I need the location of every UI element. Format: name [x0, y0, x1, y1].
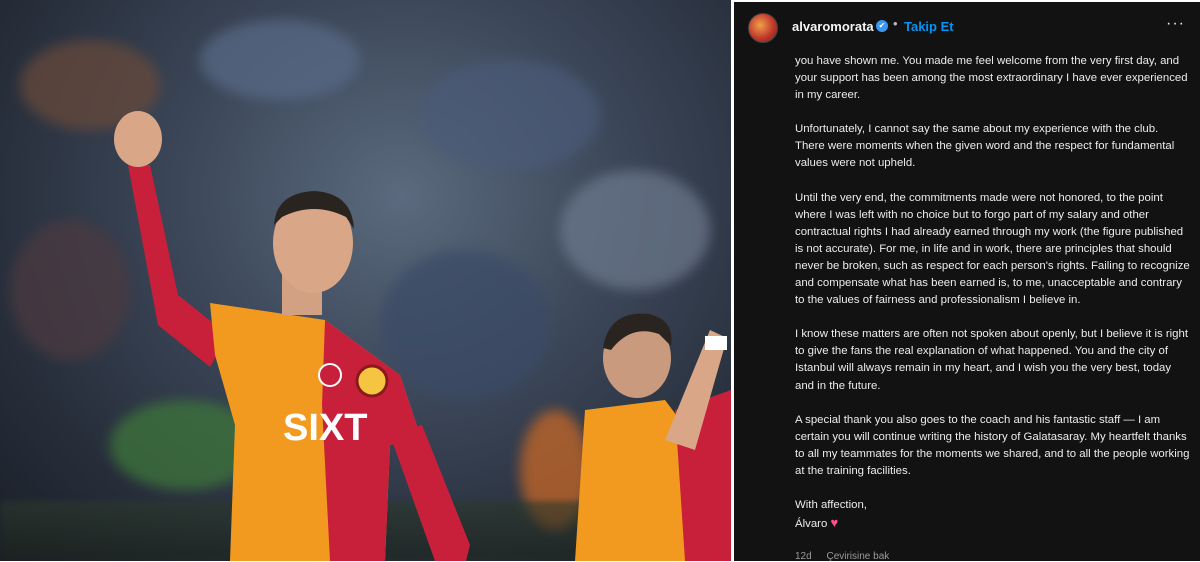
heart-icon: ♥: [830, 515, 839, 531]
signature-line: Álvaro ♥: [795, 514, 1190, 533]
caption-paragraph: A special thank you also goes to the coa…: [795, 413, 1190, 477]
see-translation-link[interactable]: Çevirisine bak: [826, 551, 889, 562]
post-meta: 12d Çevirisine bak: [795, 551, 901, 562]
player-teammate: [575, 313, 731, 561]
crowd-blur: [560, 170, 710, 290]
post-header: alvaromorata ✔ • Takip Et ···: [734, 2, 1200, 50]
avatar[interactable]: [748, 13, 778, 43]
crowd-blur: [200, 20, 360, 100]
post-photo: SIXT: [0, 0, 731, 561]
jersey-sponsor: SIXT: [283, 407, 367, 449]
caption-text: you have shown me. You made me feel welc…: [795, 53, 1190, 533]
follow-button[interactable]: Takip Et: [904, 19, 954, 34]
verified-badge-icon: ✔: [876, 20, 888, 32]
post-age: 12d: [795, 551, 812, 562]
caption-paragraph: I know these matters are often not spoke…: [795, 328, 1188, 392]
caption-paragraph: Unfortunately, I cannot say the same abo…: [795, 123, 1175, 170]
caption-paragraph: Until the very end, the commitments made…: [795, 191, 1190, 307]
username-link[interactable]: alvaromorata: [792, 19, 874, 34]
separator-dot: •: [893, 16, 898, 31]
player-main: SIXT: [114, 111, 470, 561]
caption-paragraph: you have shown me. You made me feel welc…: [795, 55, 1188, 102]
more-options-icon[interactable]: ···: [1166, 15, 1185, 33]
signature-name: Álvaro: [795, 518, 828, 531]
closing-line: With affection,: [795, 498, 867, 511]
post-panel: alvaromorata ✔ • Takip Et ··· you have s…: [734, 2, 1200, 562]
